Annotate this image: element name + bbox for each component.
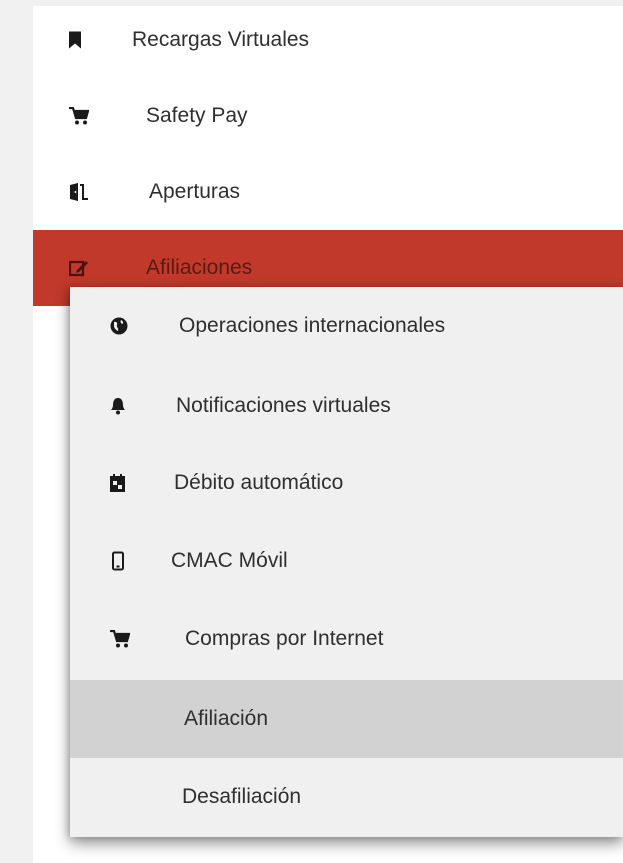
globe-icon <box>110 317 128 335</box>
sidebar-item-safety-pay[interactable]: Safety Pay <box>33 78 623 154</box>
cart-icon <box>69 107 89 125</box>
submenu-item-operaciones-internacionales[interactable]: Operaciones internacionales <box>70 287 623 365</box>
door-open-icon <box>68 183 90 201</box>
submenu-item-label: Débito automático <box>174 471 344 494</box>
mobile-icon <box>112 551 124 571</box>
submenu-item-label: Notificaciones virtuales <box>176 394 391 417</box>
submenu-item-afiliacion[interactable]: Afiliación <box>70 680 623 758</box>
bookmark-icon <box>69 31 81 49</box>
submenu-item-label: Operaciones internacionales <box>179 314 446 337</box>
calendar-icon <box>110 474 125 492</box>
sidebar-item-label: Afiliaciones <box>146 256 253 279</box>
afiliaciones-submenu: Operaciones internacionales Notificacion… <box>70 287 623 837</box>
cart-icon <box>110 630 130 648</box>
submenu-item-debito-automatico[interactable]: Débito automático <box>70 444 623 522</box>
submenu-item-label: Desafiliación <box>182 785 302 808</box>
submenu-item-label: Compras por Internet <box>185 627 384 650</box>
submenu-item-notificaciones-virtuales[interactable]: Notificaciones virtuales <box>70 367 623 445</box>
submenu-item-label: Afiliación <box>184 707 269 730</box>
bell-icon <box>110 397 126 415</box>
sidebar-item-label: Recargas Virtuales <box>132 28 310 51</box>
edit-icon <box>69 259 89 277</box>
sidebar-item-label: Aperturas <box>149 180 241 203</box>
sidebar-item-label: Safety Pay <box>146 104 248 127</box>
submenu-item-label: CMAC Móvil <box>171 549 288 572</box>
submenu-item-cmac-movil[interactable]: CMAC Móvil <box>70 522 623 600</box>
sidebar-item-aperturas[interactable]: Aperturas <box>33 154 623 230</box>
sidebar-item-recargas-virtuales[interactable]: Recargas Virtuales <box>33 2 623 78</box>
submenu-item-desafiliacion[interactable]: Desafiliación <box>70 758 623 836</box>
submenu-item-compras-por-internet[interactable]: Compras por Internet <box>70 600 623 678</box>
